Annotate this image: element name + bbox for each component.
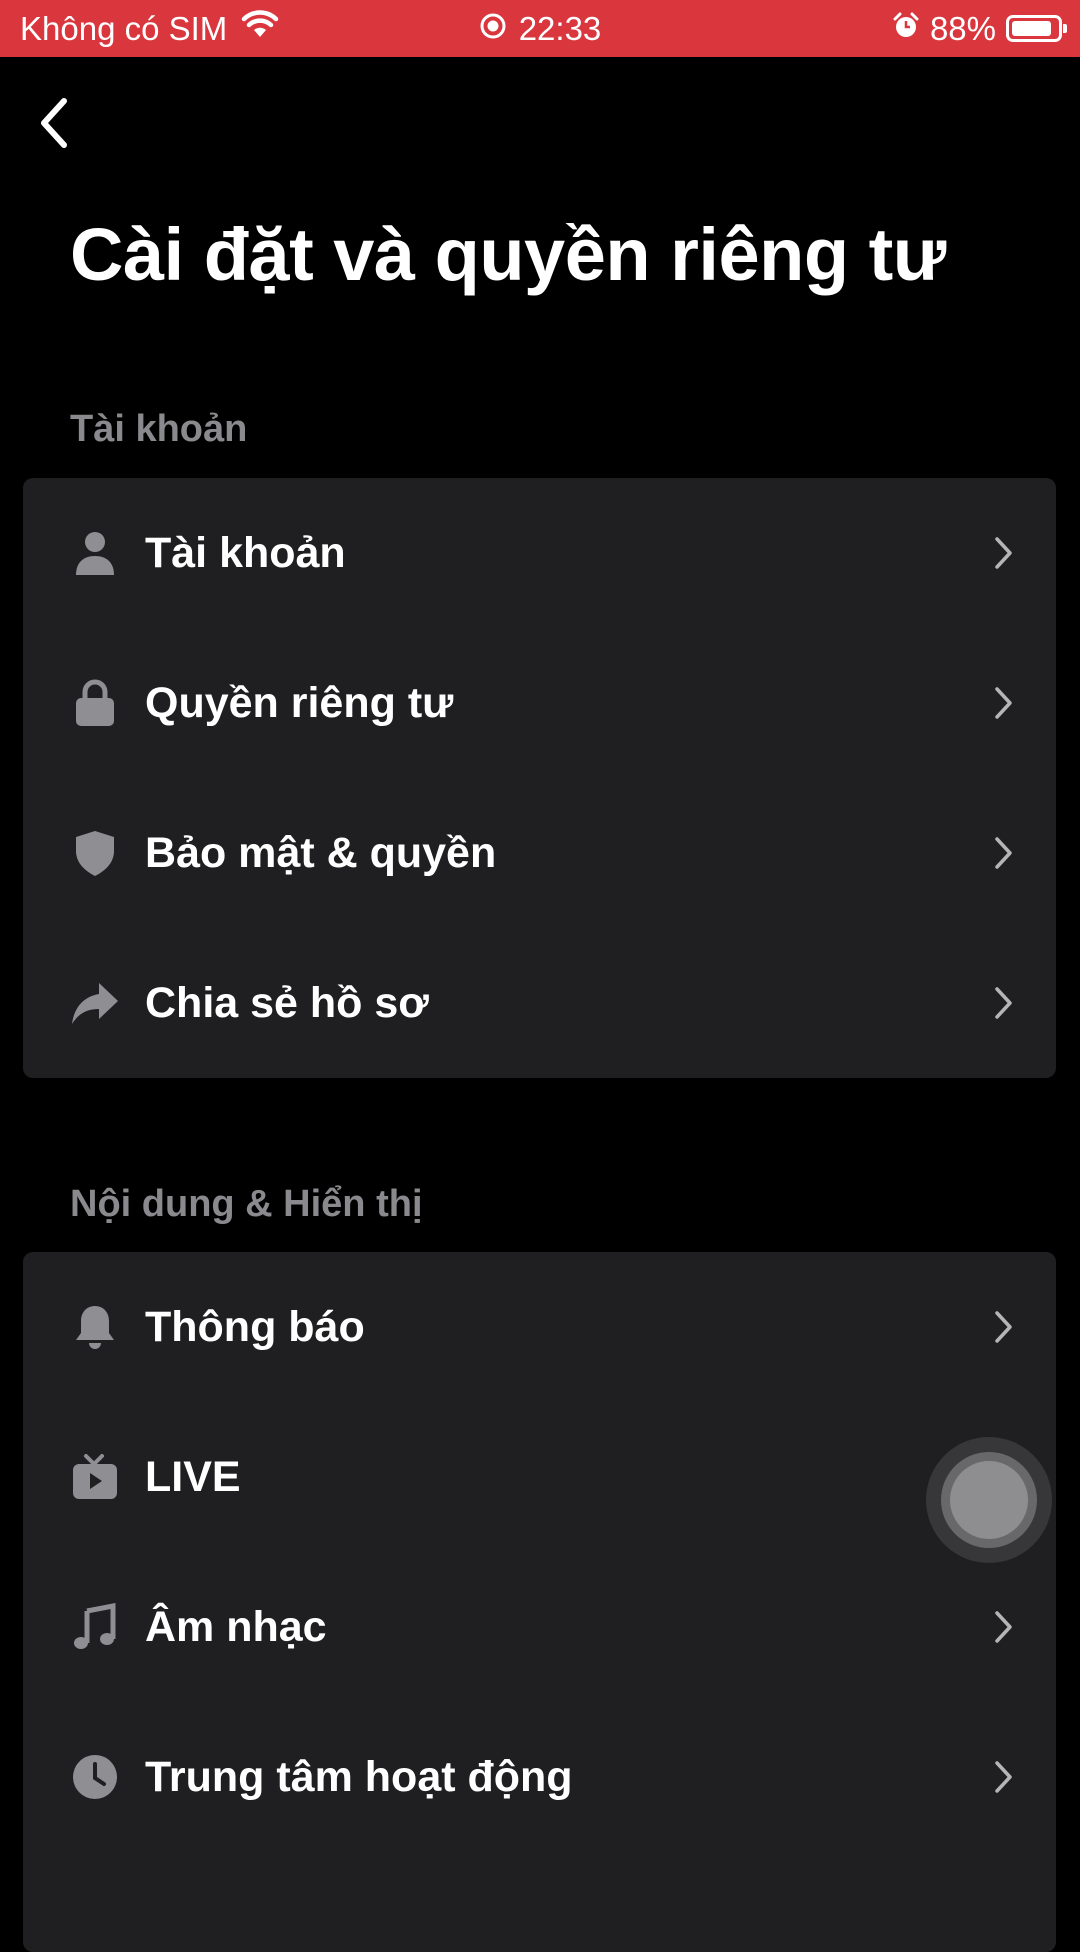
section-label-content-display: Nội dung & Hiển thị [70,1183,423,1225]
tv-icon [71,1453,119,1501]
chevron-right-icon [995,687,1012,719]
chevron-left-icon [41,98,67,148]
assistive-touch-core [950,1461,1028,1539]
back-button[interactable] [36,88,96,158]
battery-fill [1012,21,1051,36]
battery-percent: 88% [929,9,996,47]
section-label-account: Tài khoản [70,408,248,450]
chevron-right-icon [995,987,1012,1019]
bell-icon [71,1303,119,1351]
share-icon [71,979,119,1027]
settings-item-label: LIVE [145,1452,241,1501]
screen-record-icon [479,10,507,48]
settings-item-label: Âm nhạc [145,1602,327,1651]
shield-icon [71,829,119,877]
assistive-touch-ring [941,1452,1037,1548]
person-icon [71,529,119,577]
chevron-right-icon [995,1761,1012,1793]
settings-item-privacy[interactable]: Quyền riêng tư [23,628,1056,778]
settings-item-activity-center[interactable]: Trung tâm hoạt động [23,1702,1056,1852]
settings-item-label: Tài khoản [145,528,346,577]
chevron-right-icon [995,537,1012,569]
music-note-icon [71,1603,119,1651]
settings-item-security[interactable]: Bảo mật & quyền [23,778,1056,928]
chevron-right-icon [995,837,1012,869]
account-settings-card: Tài khoản Quyền riêng tư Bảo mật & quyền… [23,478,1056,1078]
settings-item-music[interactable]: Âm nhạc [23,1552,1056,1702]
settings-item-share-profile[interactable]: Chia sẻ hồ sơ [23,928,1056,1078]
clock-icon [71,1753,119,1801]
chevron-right-icon [995,1611,1012,1643]
page-title: Cài đặt và quyền riêng tư [70,213,946,296]
settings-item-label: Chia sẻ hồ sơ [145,978,429,1027]
lock-icon [71,679,119,727]
alarm-icon [892,10,920,48]
battery-icon [1006,15,1067,42]
settings-item-label: Thông báo [145,1302,365,1351]
settings-item-label: Quyền riêng tư [145,678,454,727]
status-bar: Không có SIM 22:33 88% [0,0,1080,57]
content-display-card: Thông báo LIVE Âm nhạc Trung tâm hoạt độ… [23,1252,1056,1952]
status-bar-right: 88% [892,0,1067,57]
settings-item-notifications[interactable]: Thông báo [23,1252,1056,1402]
assistive-touch-button[interactable] [926,1437,1052,1563]
settings-item-label: Bảo mật & quyền [145,828,497,877]
settings-item-account[interactable]: Tài khoản [23,478,1056,628]
settings-item-live[interactable]: LIVE [23,1402,1056,1552]
clock-time: 22:33 [518,9,602,47]
chevron-right-icon [995,1311,1012,1343]
settings-item-label: Trung tâm hoạt động [145,1752,573,1801]
